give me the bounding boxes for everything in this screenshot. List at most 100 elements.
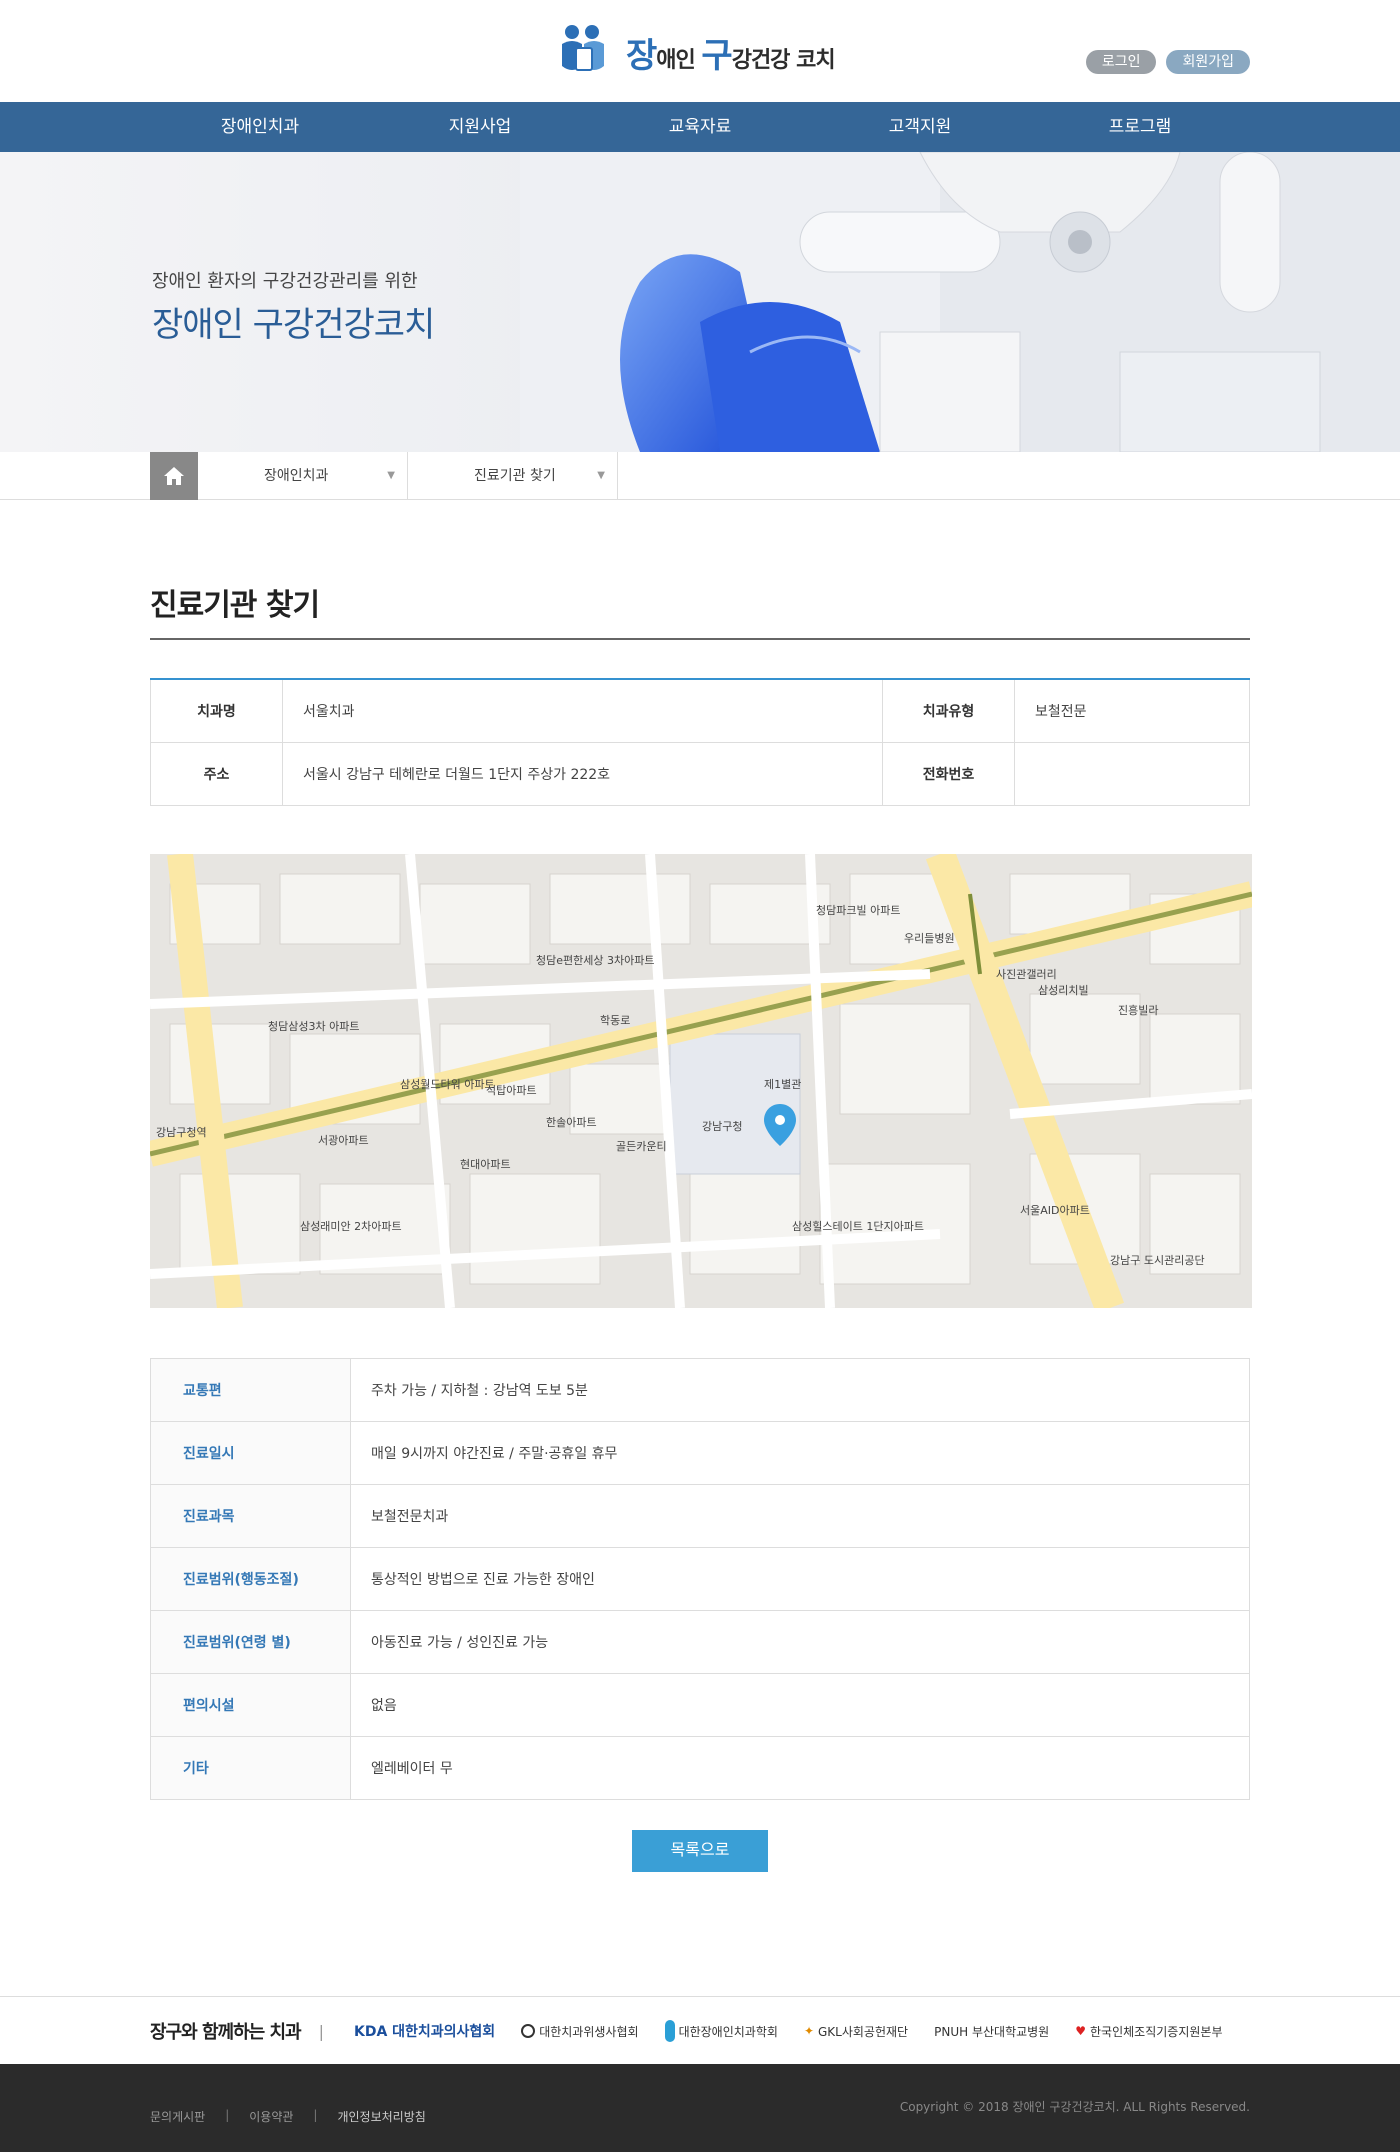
partner-logo-kohta[interactable]: ♥ 한국인체조직기증지원본부 <box>1075 2023 1222 2040</box>
button-area: 목록으로 <box>150 1829 1250 1872</box>
site-header: 장애인 구강건강 코치 로그인 회원가입 <box>0 0 1400 102</box>
table-row: 진료과목 보철전문치과 <box>150 1483 1250 1548</box>
partners-bar: 장구와 함께하는 치과 | KDA 대한치과의사협회 대한치과위생사협회 대한장… <box>0 1996 1400 2064</box>
divider: | <box>225 2108 230 2122</box>
map-label: 삼성힐스테이트 1단지아파트 <box>792 1220 924 1233</box>
hero-title: 장애인 구강건강코치 <box>152 305 435 345</box>
partner-logo-hygienist[interactable]: 대한치과위생사협회 <box>521 2023 639 2040</box>
map-label: 삼성리치빌 <box>1038 984 1089 997</box>
breadcrumb-depth1[interactable]: 장애인치과 ▼ <box>198 452 408 500</box>
join-button[interactable]: 회원가입 <box>1166 50 1250 74</box>
home-icon <box>164 467 184 485</box>
department-value: 보철전문치과 <box>350 1483 1250 1548</box>
partner-logo-gkl[interactable]: ✦ GKL사회공헌재단 <box>804 2023 908 2040</box>
scope-age-label: 진료범위(연령 별) <box>150 1609 351 1674</box>
map-label: 강남구청역 <box>156 1126 207 1139</box>
clinic-info-table: 치과명 서울치과 치과유형 보철전문 주소 서울시 강남구 테헤란로 더월드 1… <box>150 678 1250 806</box>
partners-title: 장구와 함께하는 치과 <box>150 2022 302 2043</box>
etc-value: 엘레베이터 무 <box>350 1735 1250 1800</box>
map-label: 강남구 도시관리공단 <box>1110 1254 1205 1267</box>
map-label: 삼성월드타워 아파트 <box>400 1078 495 1091</box>
map-label: 골든카운티 <box>616 1140 667 1153</box>
site-logo[interactable]: 장애인 구강건강 코치 <box>558 22 836 82</box>
site-footer: 문의게시판 | 이용약관 | 개인정보처리방침 Copyright © 2018… <box>0 2064 1400 2152</box>
partner-label: GKL사회공헌재단 <box>818 2024 909 2039</box>
clinic-detail-table: 교통편 주차 가능 / 지하철 : 강남역 도보 5분 진료일시 매일 9시까지… <box>150 1357 1250 1800</box>
content: 진료기관 찾기 치과명 서울치과 치과유형 보철전문 주소 서울시 강남구 테헤… <box>150 580 1252 1872</box>
map-label: 제1별관 <box>764 1078 801 1091</box>
map-label: 청담파크빌 아파트 <box>816 904 900 917</box>
table-row: 편의시설 없음 <box>150 1672 1250 1737</box>
divider: | <box>318 2021 324 2041</box>
map-label: 석탑아파트 <box>486 1084 537 1097</box>
map-label: 한솔아파트 <box>546 1116 597 1129</box>
logo-icon <box>562 25 604 71</box>
partner-logos: KDA 대한치과의사협회 대한치과위생사협회 대한장애인치과학회 ✦ GKL사회공… <box>354 2020 1222 2042</box>
divider: | <box>313 2108 318 2122</box>
hours-label: 진료일시 <box>150 1420 351 1485</box>
phone-label: 전화번호 <box>882 741 1015 806</box>
clinic-type-value: 보철전문 <box>1014 679 1250 743</box>
map-label: 우리들병원 <box>904 932 955 945</box>
breadcrumb-depth1-label: 장애인치과 <box>264 468 329 484</box>
map-label: 서울AID아파트 <box>1020 1204 1090 1217</box>
footer-link-terms[interactable]: 이용약관 <box>249 2108 293 2125</box>
map-canvas: 강남구청 제1별관 삼성월드타워 아파트 현대아파트 청담e편한세상 3차아파트… <box>150 853 1252 1308</box>
chevron-down-icon: ▼ <box>387 470 395 481</box>
back-to-list-button[interactable]: 목록으로 <box>632 1829 768 1872</box>
clinic-name-label: 치과명 <box>150 679 283 743</box>
copyright: Copyright © 2018 장애인 구강건강코치. ALL Rights … <box>899 2100 1250 2114</box>
etc-label: 기타 <box>150 1735 351 1800</box>
hero-subtitle: 장애인 환자의 구강건강관리를 위한 <box>152 271 418 292</box>
map-label: 삼성래미안 2차아파트 <box>300 1220 402 1233</box>
partner-label: 대한치과위생사협회 <box>539 2024 639 2039</box>
table-row: 진료범위(연령 별) 아동진료 가능 / 성인진료 가능 <box>150 1609 1250 1674</box>
dental-chair-image <box>520 152 1400 452</box>
department-label: 진료과목 <box>150 1483 351 1548</box>
phone-value <box>1014 741 1250 806</box>
nav-item-program[interactable]: 프로그램 <box>1030 102 1250 152</box>
address-value: 서울시 강남구 테헤란로 더월드 1단지 주상가 222호 <box>282 741 883 806</box>
footer-link-privacy[interactable]: 개인정보처리방침 <box>337 2108 425 2125</box>
facility-value: 없음 <box>350 1672 1250 1737</box>
breadcrumb: 장애인치과 ▼ 진료기관 찾기 ▼ <box>0 452 1400 500</box>
table-row: 교통편 주차 가능 / 지하철 : 강남역 도보 5분 <box>150 1357 1250 1422</box>
map-label: 사진관갤러리 <box>996 968 1057 981</box>
nav-item-clinic[interactable]: 장애인치과 <box>150 102 370 152</box>
partner-logo-kda[interactable]: KDA 대한치과의사협회 <box>354 2021 495 2041</box>
map-label: 서광아파트 <box>318 1134 369 1147</box>
home-button[interactable] <box>150 452 198 500</box>
hero-banner: 장애인 환자의 구강건강관리를 위한 장애인 구강건강코치 <box>0 152 1400 452</box>
map-label: 강남구청 <box>702 1120 742 1133</box>
table-row: 진료범위(행동조절) 통상적인 방법으로 진료 가능한 장애인 <box>150 1546 1250 1611</box>
logo-text-3: 구 <box>701 35 732 76</box>
logo-text-2: 애인 <box>656 47 702 73</box>
footer-link-board[interactable]: 문의게시판 <box>150 2108 205 2125</box>
table-row: 진료일시 매일 9시까지 야간진료 / 주말·공휴일 휴무 <box>150 1420 1250 1485</box>
chevron-down-icon: ▼ <box>597 470 605 481</box>
breadcrumb-depth2[interactable]: 진료기관 찾기 ▼ <box>408 452 618 500</box>
nav-item-customer[interactable]: 고객지원 <box>810 102 1030 152</box>
map-label: 청담삼성3차 아파트 <box>268 1020 359 1033</box>
location-map[interactable]: 강남구청 제1별관 삼성월드타워 아파트 현대아파트 청담e편한세상 3차아파트… <box>150 853 1252 1308</box>
map-label: 진흥빌라 <box>1118 1003 1158 1017</box>
address-label: 주소 <box>150 741 283 806</box>
map-label: 학동로 <box>600 1014 630 1027</box>
partner-label: PNUH 부산대학교병원 <box>934 2024 1050 2039</box>
table-row: 기타 엘레베이터 무 <box>150 1735 1250 1800</box>
nav-item-education[interactable]: 교육자료 <box>590 102 810 152</box>
scope-behavior-label: 진료범위(행동조절) <box>150 1546 351 1611</box>
transport-value: 주차 가능 / 지하철 : 강남역 도보 5분 <box>350 1357 1250 1422</box>
nav-item-support[interactable]: 지원사업 <box>370 102 590 152</box>
transport-label: 교통편 <box>150 1357 351 1422</box>
partner-logo-special-care[interactable]: 대한장애인치과학회 <box>664 2020 778 2042</box>
facility-label: 편의시설 <box>150 1672 351 1737</box>
logo-text-1: 장 <box>626 35 657 76</box>
ribbon-emblem-icon: ♥ <box>1075 2024 1086 2038</box>
partner-logo-pnuh[interactable]: PNUH 부산대학교병원 <box>934 2023 1049 2040</box>
page-title: 진료기관 찾기 <box>150 580 1250 640</box>
utility-menu: 로그인 회원가입 <box>1085 50 1250 74</box>
scope-behavior-value: 통상적인 방법으로 진료 가능한 장애인 <box>350 1546 1250 1611</box>
logo-text-4: 강건강 코치 <box>731 47 836 73</box>
login-button[interactable]: 로그인 <box>1085 50 1157 74</box>
